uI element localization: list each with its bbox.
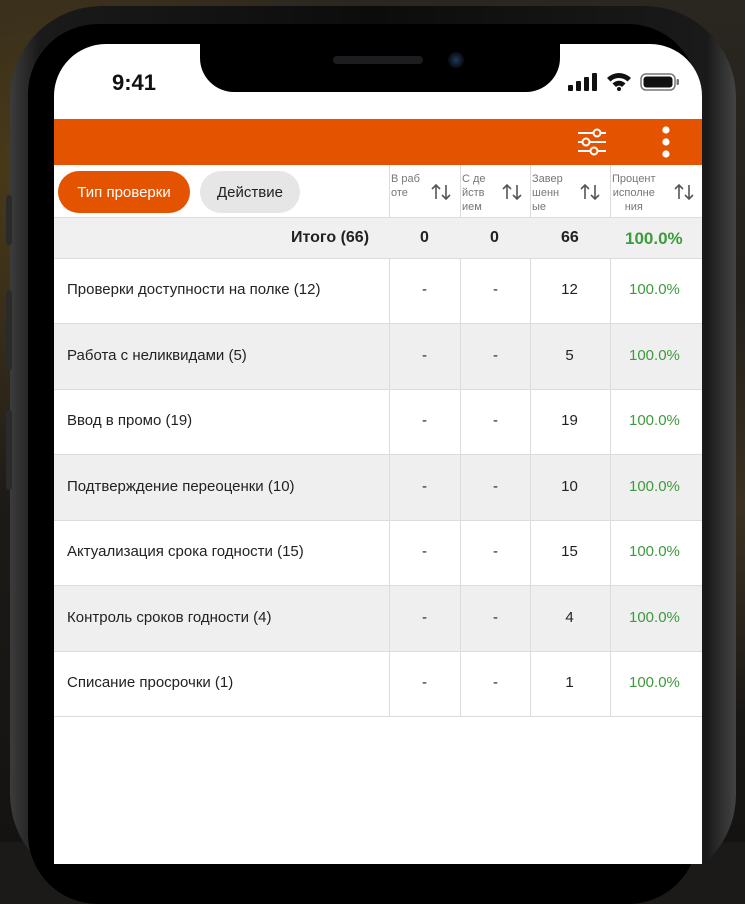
sort-arrows-icon[interactable] (501, 181, 523, 203)
column-completed-label: Завер шенн ые (532, 173, 563, 213)
row-percent: 100.0% (629, 281, 680, 298)
column-divider (460, 651, 461, 716)
row-with-action: - (493, 281, 498, 298)
row-completed: 12 (561, 281, 578, 298)
tab-action[interactable]: Действие (200, 171, 300, 213)
notch (200, 44, 560, 92)
column-divider (610, 651, 611, 716)
column-divider (460, 454, 461, 520)
row-percent: 100.0% (629, 608, 680, 626)
column-divider (460, 323, 461, 389)
row-name: Актуализация срока годности (15) (67, 543, 304, 560)
row-with-action: - (493, 608, 498, 626)
column-divider (610, 520, 611, 585)
row-percent: 100.0% (629, 543, 680, 560)
column-divider (460, 585, 461, 651)
row-completed: 4 (565, 608, 574, 626)
speaker (333, 56, 423, 64)
row-in-work: - (422, 608, 427, 626)
total-with-action: 0 (490, 229, 499, 246)
column-divider (389, 585, 390, 651)
more-vertical-icon[interactable] (656, 125, 676, 159)
row-with-action: - (493, 477, 498, 495)
row-in-work: - (422, 412, 427, 429)
column-divider (389, 520, 390, 585)
row-in-work: - (422, 281, 427, 298)
row-with-action: - (493, 674, 498, 691)
column-with-action-label: С де йств ием (462, 173, 486, 213)
signal-icon (568, 72, 597, 91)
column-divider (389, 389, 390, 454)
tab-check-type[interactable]: Тип проверки (58, 171, 190, 213)
column-divider (389, 258, 390, 323)
table-row[interactable]: Списание просрочки (1) - - 1 100.0% (54, 651, 702, 717)
row-in-work: - (422, 477, 427, 495)
row-completed: 1 (565, 674, 574, 691)
column-divider (610, 389, 611, 454)
row-name: Проверки доступности на полке (12) (67, 281, 321, 298)
row-name: Списание просрочки (1) (67, 674, 234, 691)
column-with-action: С де йств ием (460, 165, 530, 217)
row-with-action: - (493, 412, 498, 429)
table-row[interactable]: Подтверждение переоценки (10) - - 10 100.0% (54, 454, 702, 521)
sort-arrows-icon[interactable] (673, 181, 695, 203)
row-name: Ввод в промо (19) (67, 412, 193, 429)
row-percent: 100.0% (629, 412, 680, 429)
total-completed: 66 (561, 229, 579, 246)
total-row: Итого (66) 0 0 66 100.0% (54, 218, 702, 259)
row-in-work: - (422, 346, 427, 364)
status-time: 9:41 (112, 70, 157, 95)
sort-arrows-icon[interactable] (579, 181, 601, 203)
row-with-action: - (493, 543, 498, 560)
column-divider (460, 389, 461, 454)
column-percent-label: Процент исполне ния (612, 173, 656, 213)
volume-down-button (6, 410, 12, 490)
row-percent: 100.0% (629, 674, 680, 691)
column-in-work: В раб оте (389, 165, 460, 217)
row-with-action: - (493, 346, 498, 364)
row-in-work: - (422, 543, 427, 560)
row-in-work: - (422, 674, 427, 691)
total-percent: 100.0% (625, 229, 683, 248)
column-divider (389, 454, 390, 520)
table-row[interactable]: Работа с неликвидами (5) - - 5 100.0% (54, 323, 702, 390)
column-divider (389, 323, 390, 389)
table-header: Тип проверки Действие В раб оте С де йст… (54, 165, 702, 218)
table-row[interactable]: Проверки доступности на полке (12) - - 12 10… (54, 258, 702, 324)
column-in-work-label: В раб оте (391, 173, 420, 199)
row-name: Работа с неликвидами (5) (67, 346, 247, 364)
row-percent: 100.0% (629, 477, 680, 495)
column-divider (460, 520, 461, 585)
row-completed: 10 (561, 477, 578, 495)
front-camera (448, 52, 464, 68)
row-completed: 15 (561, 543, 578, 560)
column-completed: Завер шенн ые (530, 165, 610, 217)
row-completed: 19 (561, 412, 578, 429)
row-percent: 100.0% (629, 346, 680, 364)
total-label: Итого (66) (291, 229, 370, 246)
column-divider (610, 258, 611, 323)
battery-icon (640, 72, 679, 91)
volume-up-button (6, 290, 12, 370)
column-divider (610, 323, 611, 389)
column-divider (610, 585, 611, 651)
column-divider (460, 258, 461, 323)
column-divider (389, 651, 390, 716)
sliders-icon[interactable] (576, 127, 608, 157)
total-in-work: 0 (420, 229, 429, 246)
app-bar (54, 119, 702, 165)
screen: 9:41 Тип проверки Действие В раб оте С д… (54, 44, 702, 864)
row-name: Контроль сроков годности (4) (67, 608, 272, 626)
mute-switch (6, 195, 12, 245)
row-name: Подтверждение переоценки (10) (67, 477, 295, 495)
column-percent: Процент исполне ния (610, 165, 702, 217)
table-row[interactable]: Актуализация срока годности (15) - - 15 100.… (54, 520, 702, 586)
table-row[interactable]: Контроль сроков годности (4) - - 4 100.0% (54, 585, 702, 652)
sort-arrows-icon[interactable] (430, 181, 452, 203)
row-completed: 5 (565, 346, 574, 364)
status-icons (568, 72, 680, 91)
column-divider (610, 454, 611, 520)
table-row[interactable]: Ввод в промо (19) - - 19 100.0% (54, 389, 702, 455)
wifi-icon (607, 73, 631, 91)
